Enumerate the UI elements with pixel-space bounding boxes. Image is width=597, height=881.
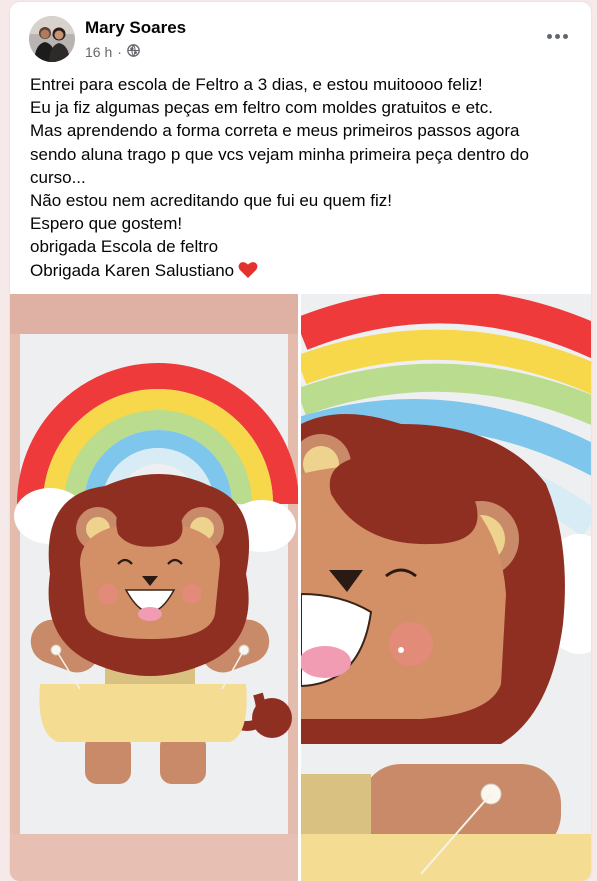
post-text: Entrei para escola de Feltro a 3 dias, e… <box>30 73 580 285</box>
more-options-icon[interactable] <box>539 22 575 50</box>
post-line: Não estou nem acreditando que fui eu que… <box>30 191 392 211</box>
post-photo-felt-lion[interactable] <box>10 294 298 881</box>
globe-icon[interactable] <box>127 44 140 60</box>
post-card: Mary Soares 16 h · Entrei para escola de… <box>10 2 591 881</box>
heart-emoji-icon <box>238 261 258 285</box>
post-line: curso... <box>30 167 86 187</box>
post-photo-felt-lion-closeup[interactable] <box>301 294 591 881</box>
meta-separator: · <box>117 44 122 60</box>
post-line-last: Obrigada Karen Salustiano <box>30 259 580 285</box>
post-line: Entrei para escola de Feltro a 3 dias, e… <box>30 75 483 94</box>
post-line: Espero que gostem! <box>30 214 183 234</box>
post-line: obrigada Escola de feltro <box>30 237 219 257</box>
author-name[interactable]: Mary Soares <box>85 18 186 38</box>
post-time[interactable]: 16 h <box>85 44 112 60</box>
post-line: Mas aprendendo a forma correta e meus pr… <box>30 121 520 141</box>
author-avatar[interactable] <box>29 16 75 62</box>
post-line: sendo aluna trago p que vcs vejam minha … <box>30 144 529 164</box>
post-line: Eu ja fiz algumas peças em feltro com mo… <box>30 98 493 118</box>
post-line: Obrigada Karen Salustiano <box>30 260 235 280</box>
post-meta: 16 h · <box>85 44 140 60</box>
